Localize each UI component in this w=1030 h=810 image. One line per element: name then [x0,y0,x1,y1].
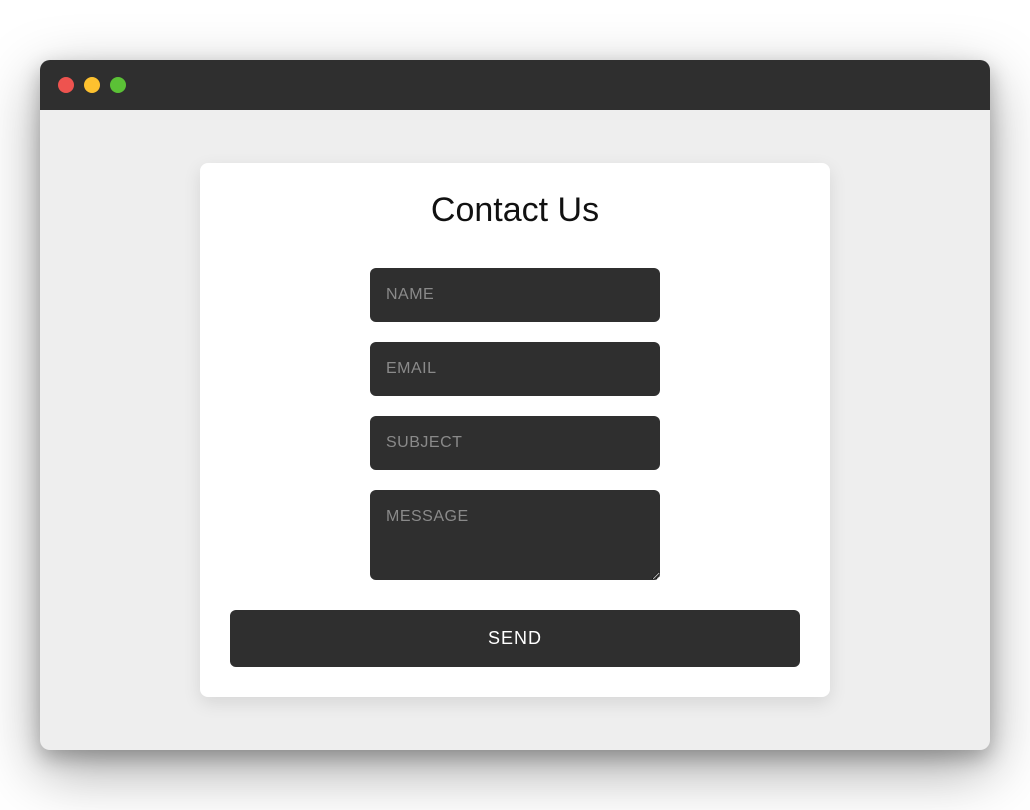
form-fields [230,268,800,580]
email-input[interactable] [370,342,660,396]
minimize-icon[interactable] [84,77,100,93]
message-input[interactable] [370,490,660,580]
browser-window: Contact Us SEND [40,60,990,750]
contact-card: Contact Us SEND [200,163,830,697]
browser-body: Contact Us SEND [40,110,990,750]
send-button[interactable]: SEND [230,610,800,667]
zoom-icon[interactable] [110,77,126,93]
page-title: Contact Us [230,191,800,230]
titlebar [40,60,990,110]
name-input[interactable] [370,268,660,322]
subject-input[interactable] [370,416,660,470]
close-icon[interactable] [58,77,74,93]
